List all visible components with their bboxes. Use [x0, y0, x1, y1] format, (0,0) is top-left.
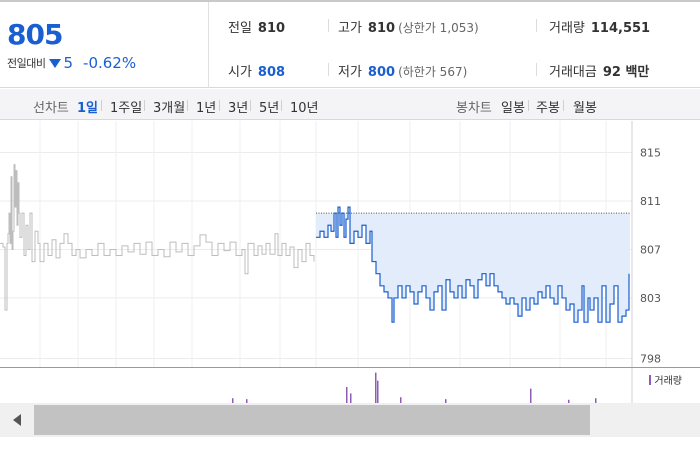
- volume-legend: 거래량: [649, 372, 682, 387]
- down-arrow-icon: [49, 58, 62, 68]
- high-value: 810: [367, 21, 396, 36]
- chart-toolbar: 선차트 1일 1주일 3개월 1년 3년 5년 10년 봉차트 일봉 주봉 월봉: [0, 89, 700, 120]
- volume-bar: [375, 372, 377, 403]
- upper-limit: (상한가 1,053): [398, 21, 479, 35]
- divider: [528, 100, 529, 111]
- divider: [328, 63, 329, 76]
- y-axis-ticks: 815 811 807 803 798: [640, 147, 661, 366]
- current-price: 805: [7, 18, 63, 51]
- low-label: 저가: [338, 65, 362, 80]
- open-value: 808: [257, 65, 286, 80]
- volume-legend-swatch: [649, 374, 652, 385]
- volume-bar: [377, 380, 379, 403]
- period-1d[interactable]: 1일: [77, 97, 98, 116]
- divider: [563, 100, 564, 111]
- prev-close-stat: 전일 810: [228, 17, 285, 36]
- candle-weekly[interactable]: 주봉: [536, 97, 560, 116]
- period-5y[interactable]: 5년: [259, 97, 279, 116]
- change-row: 전일대비 5 -0.62%: [7, 54, 136, 72]
- volume-bar: [350, 393, 352, 403]
- prev-close-label: 전일: [228, 21, 252, 36]
- volume-bar: [530, 388, 532, 403]
- divider: [250, 100, 251, 111]
- open-stat: 시가 808: [228, 61, 285, 80]
- low-stat: 저가 800 (하한가 567): [338, 61, 467, 80]
- divider: [536, 63, 537, 76]
- period-3m[interactable]: 3개월: [153, 97, 185, 116]
- divider: [536, 19, 537, 32]
- chart-scrollbar[interactable]: [0, 403, 700, 437]
- y-tick-label: 803: [640, 292, 661, 305]
- high-label: 고가: [338, 21, 362, 36]
- candle-chart-label: 봉차트: [456, 101, 492, 116]
- volume-legend-label: 거래량: [654, 376, 682, 387]
- current-price-box: 805 전일대비 5 -0.62%: [0, 2, 209, 88]
- divider: [144, 100, 145, 111]
- amount-label: 거래대금: [549, 65, 597, 80]
- change-rate: -0.62%: [83, 54, 137, 72]
- price-chart-svg: 815 811 807 803 798: [0, 121, 661, 367]
- period-10y[interactable]: 10년: [290, 97, 319, 116]
- period-3y[interactable]: 3년: [228, 97, 248, 116]
- history-price-line: [0, 164, 315, 311]
- volume-stat: 거래량 114,551: [549, 17, 650, 36]
- volume-bars: [232, 368, 633, 404]
- candle-monthly[interactable]: 월봉: [573, 97, 597, 116]
- lower-limit: (하한가 567): [398, 65, 468, 79]
- y-tick-label: 798: [640, 353, 661, 366]
- today-fill-area: [316, 207, 630, 323]
- low-value: 800: [367, 65, 396, 80]
- scroll-thumb[interactable]: [34, 405, 590, 435]
- change-label: 전일대비: [7, 57, 46, 70]
- volume-chart: 거래량: [0, 367, 700, 404]
- open-label: 시가: [228, 65, 252, 80]
- line-chart-label: 선차트: [33, 101, 69, 116]
- amount-value: 92 백만: [602, 65, 650, 80]
- arrow-left-icon: [13, 414, 21, 426]
- volume-value: 114,551: [590, 21, 651, 36]
- y-tick-label: 807: [640, 243, 661, 256]
- volume-bar: [346, 387, 348, 403]
- prev-close-value: 810: [257, 21, 286, 36]
- high-stat: 고가 810 (상한가 1,053): [338, 17, 479, 36]
- divider: [281, 100, 282, 111]
- scroll-left-button[interactable]: [0, 403, 34, 437]
- volume-label: 거래량: [549, 21, 585, 36]
- change-value: 5: [63, 54, 74, 72]
- candle-daily[interactable]: 일봉: [501, 97, 525, 116]
- divider: [187, 100, 188, 111]
- price-summary: 805 전일대비 5 -0.62% 전일 810 고가 810 (상한가 1,053)…: [0, 2, 700, 88]
- divider: [219, 100, 220, 111]
- period-1y[interactable]: 1년: [196, 97, 216, 116]
- period-1w[interactable]: 1주일: [110, 97, 142, 116]
- divider: [101, 100, 102, 111]
- y-tick-label: 815: [640, 147, 661, 160]
- volume-chart-svg: [232, 368, 633, 404]
- amount-stat: 거래대금 92 백만: [549, 61, 649, 80]
- divider: [328, 19, 329, 32]
- price-chart: 815 811 807 803 798: [0, 121, 700, 367]
- y-tick-label: 811: [640, 195, 661, 208]
